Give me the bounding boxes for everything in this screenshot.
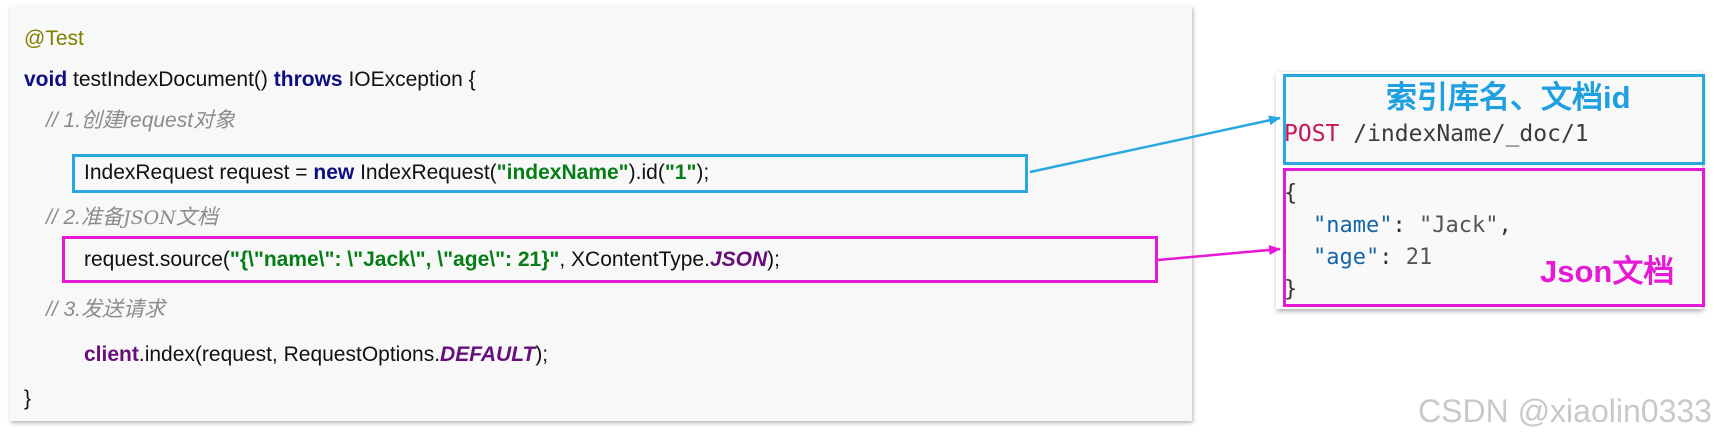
connector-arrows [1029,115,1281,262]
pink-arrow [1157,245,1281,262]
blue-arrow [1029,115,1281,174]
csdn-watermark: CSDN @xiaolin0333 [1418,393,1712,429]
